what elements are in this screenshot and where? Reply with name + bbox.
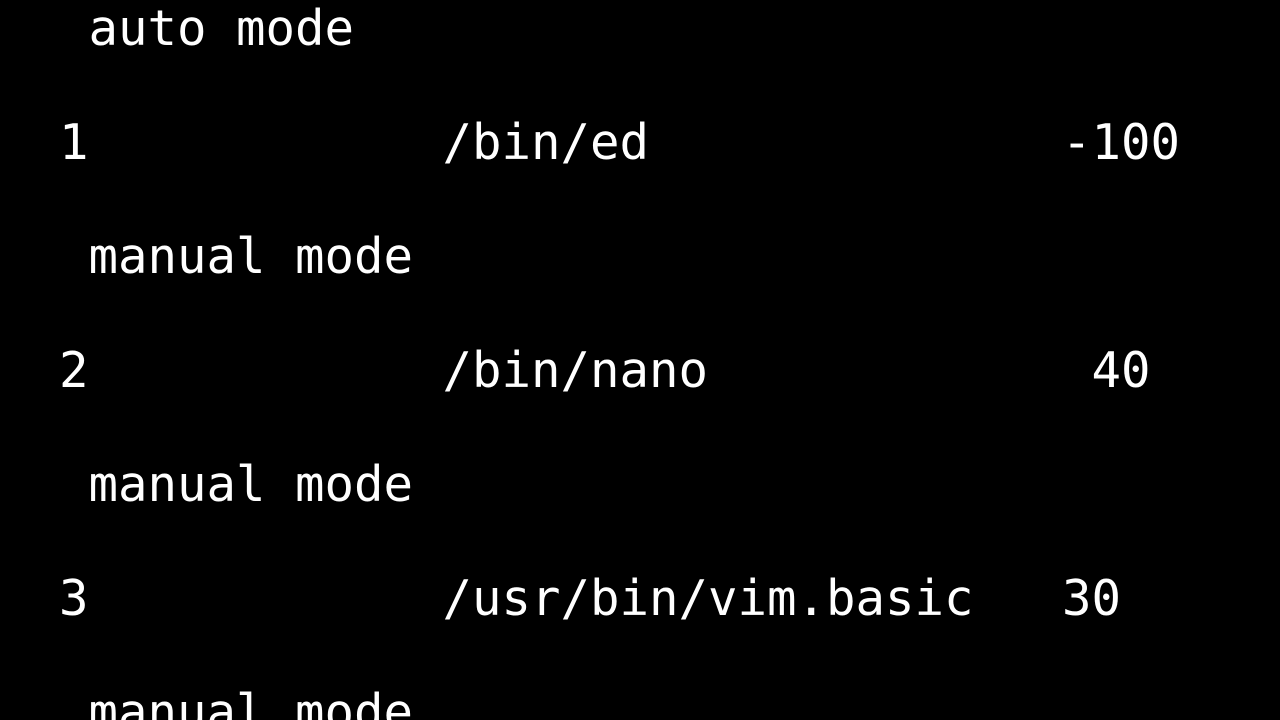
alt-row-1: 1 /bin/ed -100 [0,114,1280,171]
terminal-output[interactable]: auto mode 1 /bin/ed -100 manual mode 2 /… [0,0,1280,720]
mode-line-2: manual mode [0,456,1280,513]
mode-line-3: manual mode [0,684,1280,720]
mode-line-1: manual mode [0,228,1280,285]
mode-line-auto: auto mode [0,0,1280,57]
alt-row-3: 3 /usr/bin/vim.basic 30 [0,570,1280,627]
alt-row-2: 2 /bin/nano 40 [0,342,1280,399]
